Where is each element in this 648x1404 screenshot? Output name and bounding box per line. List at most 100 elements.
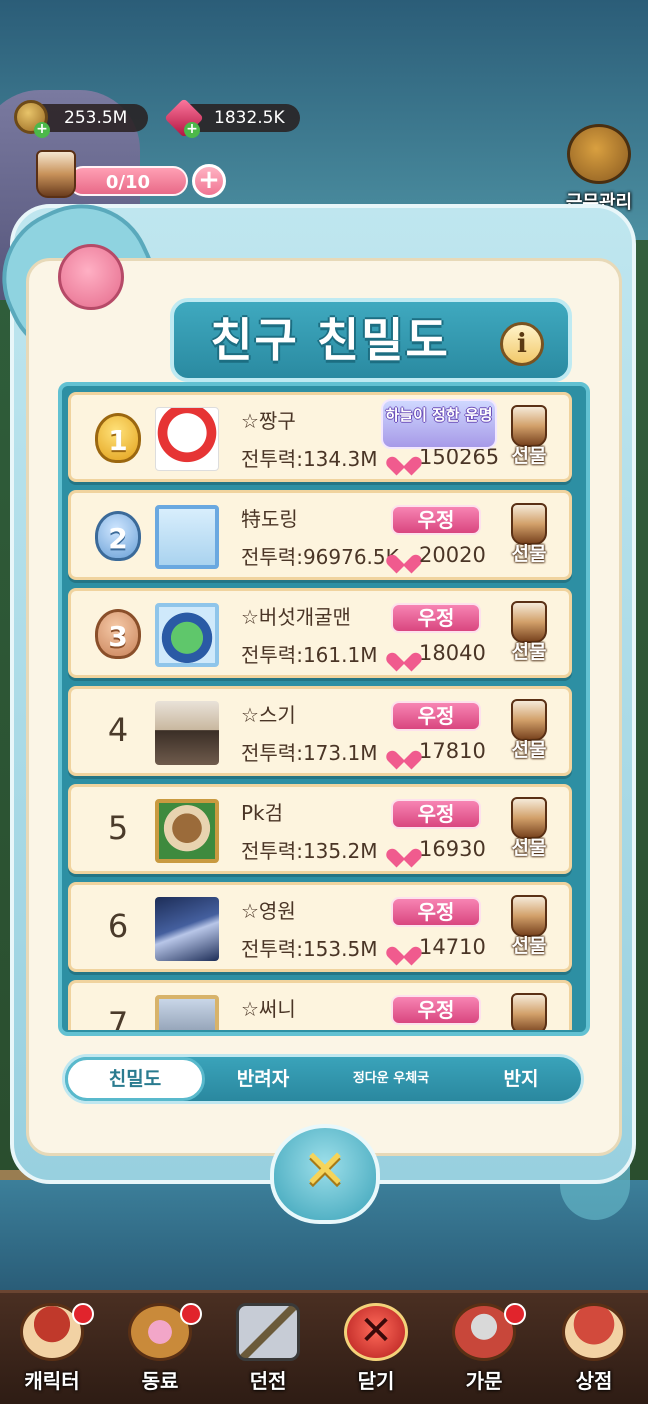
combat-power: 전투력:134.3M (241, 447, 378, 471)
tab-bar: 친밀도 반려자 정다운 우체국 반지 (62, 1054, 584, 1104)
relationship-tag: 우정 (391, 603, 481, 633)
gift-button[interactable]: 선물 (501, 601, 557, 673)
gift-button[interactable]: 선물 (501, 895, 557, 967)
intimacy-score: 18040 (419, 641, 486, 665)
gift-label: 선물 (511, 445, 547, 467)
friend-row[interactable]: 6 ☆영원 전투력:153.5M 14710 우정 선물 (68, 882, 572, 972)
heart-icon (393, 841, 415, 861)
friend-name: ☆짱구 (241, 409, 296, 433)
gift-button[interactable]: 선물 (501, 503, 557, 575)
gem-amount: 1832.5K (214, 108, 285, 128)
friend-row[interactable]: 4 ☆스기 전투력:173.1M 17810 우정 선물 (68, 686, 572, 776)
combat-power: 전투력:153.5M (241, 937, 378, 961)
relationship-tag: 우정 (391, 995, 481, 1025)
intimacy-score: 14710 (419, 935, 486, 959)
rank-number: 4 (107, 711, 129, 749)
friend-row[interactable]: 5 Pk검 전투력:135.2M 16930 우정 선물 (68, 784, 572, 874)
tab-intimacy-label: 친밀도 (108, 1068, 162, 1090)
tab-ring-label: 반지 (503, 1068, 539, 1090)
heart-icon (393, 743, 415, 763)
tab-intimacy[interactable]: 친밀도 (65, 1057, 205, 1101)
friend-name: Pk검 (241, 801, 284, 825)
rank-gold-medal: 1 (95, 413, 141, 463)
tab-post-office[interactable]: 정다운 우체국 (321, 1057, 461, 1101)
relationship-tag: 하늘이 정한 운명 (381, 399, 497, 449)
nav-shop[interactable]: 상점 (544, 1299, 644, 1403)
avatar[interactable] (155, 505, 219, 569)
nav-shop-label: 상점 (575, 1369, 613, 1393)
relationship-tag: 우정 (391, 799, 481, 829)
rank-number: 6 (107, 907, 129, 945)
gift-label: 선물 (511, 641, 547, 663)
combat-power: 전투력:96976.5K (241, 545, 399, 569)
friend-name: ☆써니 (241, 997, 296, 1021)
nav-companion-label: 동료 (141, 1369, 179, 1393)
gift-button[interactable]: 선물 (501, 405, 557, 477)
gift-label: 선물 (511, 935, 547, 957)
nav-guild[interactable]: 가문 (434, 1299, 534, 1403)
bubble-tea-icon (511, 993, 547, 1030)
close-panel-button[interactable]: ✕ (270, 1124, 380, 1224)
rank-silver-medal: 2 (95, 511, 141, 561)
tea-meter: 0/10 (68, 166, 188, 196)
heart-icon (393, 449, 415, 469)
avatar[interactable] (155, 897, 219, 961)
friend-list-clip: 7 ☆써니 우정 (62, 980, 586, 1030)
gift-button[interactable]: 선물 (501, 797, 557, 869)
intimacy-score: 17810 (419, 739, 486, 763)
avatar[interactable] (155, 701, 219, 765)
notification-dot (72, 1303, 94, 1325)
rank-number: 5 (107, 809, 129, 847)
friend-name: ☆스기 (241, 703, 296, 727)
add-coin-icon[interactable]: + (34, 122, 50, 138)
friend-row[interactable]: 3 ☆버섯개굴맨 전투력:161.1M 18040 우정 선물 (68, 588, 572, 678)
rank-number: 7 (107, 1005, 129, 1030)
avatar[interactable] (155, 995, 219, 1030)
friend-row[interactable]: 1 ☆짱구 전투력:134.3M 150265 하늘이 정한 운명 선물 (68, 392, 572, 482)
avatar[interactable] (155, 407, 219, 471)
add-gem-icon[interactable]: + (184, 122, 200, 138)
rose-decoration-icon (58, 244, 124, 310)
tab-spouse-label: 반려자 (236, 1068, 290, 1090)
combat-power: 전투력:173.1M (241, 741, 378, 765)
panel-title: 친구 친밀도 (210, 313, 450, 367)
heart-icon (393, 939, 415, 959)
tab-ring[interactable]: 반지 (461, 1057, 581, 1101)
notification-dot (180, 1303, 202, 1325)
friend-row[interactable]: 7 ☆써니 우정 (68, 980, 572, 1030)
relationship-tag: 우정 (391, 505, 481, 535)
gift-button[interactable] (501, 993, 557, 1030)
intimacy-score: 16930 (419, 837, 486, 861)
crossed-swords-icon (236, 1303, 300, 1361)
shop-icon (562, 1303, 626, 1361)
gift-button[interactable]: 선물 (501, 699, 557, 771)
nav-character[interactable]: 캐릭터 (2, 1299, 102, 1403)
friend-name: ☆영원 (241, 899, 296, 923)
nav-dungeon-label: 던전 (249, 1369, 287, 1393)
nav-close-label: 닫기 (357, 1369, 395, 1393)
avatar[interactable] (155, 603, 219, 667)
tea-meter-value: 0/10 (105, 172, 151, 193)
gift-label: 선물 (511, 837, 547, 859)
work-management-button[interactable]: 근무관리 (556, 124, 642, 213)
coin-amount: 253.5M (64, 108, 128, 128)
friend-row[interactable]: 2 特도링 전투력:96976.5K 20020 우정 선물 (68, 490, 572, 580)
bottom-navigation: 캐릭터 동료 던전 ✕ 닫기 가문 상점 (0, 1290, 648, 1404)
intimacy-score: 20020 (419, 543, 486, 567)
combat-power: 전투력:161.1M (241, 643, 378, 667)
gift-label: 선물 (511, 739, 547, 761)
nav-dungeon[interactable]: 던전 (218, 1299, 318, 1403)
gift-label: 선물 (511, 543, 547, 565)
tab-spouse[interactable]: 반려자 (205, 1057, 321, 1101)
friend-name: 特도링 (241, 507, 298, 531)
info-button[interactable]: i (500, 322, 544, 366)
rank-bronze-medal: 3 (95, 609, 141, 659)
heart-icon (393, 547, 415, 567)
nav-companion[interactable]: 동료 (110, 1299, 210, 1403)
add-tea-button[interactable]: + (192, 164, 226, 198)
combat-power: 전투력:135.2M (241, 839, 378, 863)
heart-icon (393, 645, 415, 665)
tab-post-office-label: 정다운 우체국 (352, 1071, 430, 1086)
nav-close[interactable]: ✕ 닫기 (326, 1299, 426, 1403)
avatar[interactable] (155, 799, 219, 863)
